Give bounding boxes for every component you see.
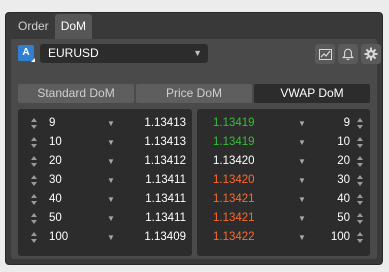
chevron-down-icon[interactable]: ▼	[298, 190, 306, 209]
ask-row: 1.13422 ▼ 100	[197, 228, 370, 247]
ask-qty: 9	[343, 117, 350, 129]
symbol-select[interactable]: EURUSD ▼	[40, 44, 208, 63]
qty-stepper-icon[interactable]	[31, 175, 38, 186]
chevron-down-icon[interactable]: ▼	[298, 114, 306, 133]
ask-book: 1.13419 ▼ 9 1.13419 ▼ 10 1.13420 ▼ 20 1.13420 ▼ 30 1…	[197, 109, 370, 256]
bid-qty: 30	[49, 174, 62, 186]
ask-row: 1.13420 ▼ 20	[197, 152, 370, 171]
chevron-down-icon[interactable]: ▼	[107, 209, 115, 228]
bid-price[interactable]: 1.13409	[144, 228, 186, 247]
chevron-down-icon[interactable]: ▼	[107, 190, 115, 209]
chevron-down-icon[interactable]: ▼	[298, 171, 306, 190]
bid-price[interactable]: 1.13411	[145, 190, 186, 209]
qty-stepper-icon[interactable]	[357, 137, 364, 148]
bid-row: 10 ▼ 1.13413	[18, 133, 192, 152]
qty-stepper-icon[interactable]	[31, 213, 38, 224]
chevron-down-icon: ▼	[193, 48, 202, 58]
ask-row: 1.13419 ▼ 10	[197, 133, 370, 152]
bid-book: 9 ▼ 1.13413 10 ▼ 1.13413 20 ▼ 1.13412 30 ▼ 1.13411 4…	[18, 109, 192, 256]
ask-price[interactable]: 1.13421	[213, 209, 255, 228]
bid-qty: 100	[49, 231, 69, 243]
symbol-value: EURUSD	[48, 46, 99, 60]
ask-price[interactable]: 1.13421	[213, 190, 255, 209]
ask-row: 1.13420 ▼ 30	[197, 171, 370, 190]
chevron-down-icon[interactable]: ▼	[107, 114, 115, 133]
ask-row: 1.13421 ▼ 50	[197, 209, 370, 228]
qty-stepper-icon[interactable]	[357, 156, 364, 167]
ask-price[interactable]: 1.13420	[213, 152, 255, 171]
ask-row: 1.13419 ▼ 9	[197, 114, 370, 133]
bid-qty: 20	[49, 155, 62, 167]
ask-qty: 10	[337, 136, 350, 148]
ask-qty: 50	[337, 212, 350, 224]
bid-row: 40 ▼ 1.13411	[18, 190, 192, 209]
qty-stepper-icon[interactable]	[31, 194, 38, 205]
chevron-down-icon[interactable]: ▼	[107, 152, 115, 171]
qty-stepper-icon[interactable]	[31, 232, 38, 243]
qty-stepper-icon[interactable]	[31, 137, 38, 148]
dom-panel: A EURUSD ▼ Standard DoM Price DoM VWAP D…	[11, 39, 381, 259]
bid-price[interactable]: 1.13411	[145, 209, 186, 228]
tab-bar: Order DoM	[12, 14, 93, 39]
bid-row: 100 ▼ 1.13409	[18, 228, 192, 247]
settings-button[interactable]	[361, 44, 381, 64]
chevron-down-icon[interactable]: ▼	[107, 171, 115, 190]
chevron-down-icon[interactable]: ▼	[107, 133, 115, 152]
chart-button[interactable]	[315, 44, 335, 64]
bid-row: 9 ▼ 1.13413	[18, 114, 192, 133]
ask-qty: 30	[337, 174, 350, 186]
ask-price[interactable]: 1.13419	[213, 133, 255, 152]
bell-icon	[342, 48, 354, 60]
ask-qty: 20	[337, 155, 350, 167]
qty-stepper-icon[interactable]	[31, 118, 38, 129]
chevron-down-icon[interactable]: ▼	[298, 133, 306, 152]
mode-price-dom[interactable]: Price DoM	[136, 84, 252, 103]
dom-mode-switcher: Standard DoM Price DoM VWAP DoM	[18, 84, 370, 103]
tab-order[interactable]: Order	[12, 14, 55, 39]
chevron-down-icon[interactable]: ▼	[298, 209, 306, 228]
ask-qty: 40	[337, 193, 350, 205]
chart-icon	[318, 48, 332, 60]
alert-button[interactable]	[338, 44, 358, 64]
ask-price[interactable]: 1.13419	[213, 114, 255, 133]
bid-qty: 50	[49, 212, 62, 224]
bid-qty: 10	[49, 136, 62, 148]
ask-qty: 100	[330, 231, 350, 243]
tab-dom[interactable]: DoM	[54, 14, 93, 39]
gear-icon	[364, 47, 378, 61]
chevron-down-icon[interactable]: ▼	[298, 228, 306, 247]
account-badge[interactable]: A	[18, 45, 35, 62]
bid-price[interactable]: 1.13413	[144, 133, 186, 152]
qty-stepper-icon[interactable]	[357, 213, 364, 224]
bid-row: 50 ▼ 1.13411	[18, 209, 192, 228]
ask-price[interactable]: 1.13420	[213, 171, 255, 190]
bid-price[interactable]: 1.13412	[144, 152, 186, 171]
qty-stepper-icon[interactable]	[357, 194, 364, 205]
bid-price[interactable]: 1.13411	[145, 171, 186, 190]
chevron-down-icon[interactable]: ▼	[107, 228, 115, 247]
ask-price[interactable]: 1.13422	[213, 228, 255, 247]
ask-row: 1.13421 ▼ 40	[197, 190, 370, 209]
dom-widget: Order DoM A EURUSD ▼ Standard DoM Price …	[5, 12, 383, 265]
toolbar: A EURUSD ▼	[18, 43, 381, 65]
mode-standard-dom[interactable]: Standard DoM	[18, 84, 134, 103]
chevron-down-icon[interactable]: ▼	[298, 152, 306, 171]
qty-stepper-icon[interactable]	[31, 156, 38, 167]
bid-qty: 40	[49, 193, 62, 205]
qty-stepper-icon[interactable]	[357, 175, 364, 186]
bid-qty: 9	[49, 117, 56, 129]
mode-vwap-dom[interactable]: VWAP DoM	[254, 84, 370, 103]
bid-row: 30 ▼ 1.13411	[18, 171, 192, 190]
bid-row: 20 ▼ 1.13412	[18, 152, 192, 171]
bid-price[interactable]: 1.13413	[144, 114, 186, 133]
qty-stepper-icon[interactable]	[357, 232, 364, 243]
qty-stepper-icon[interactable]	[357, 118, 364, 129]
